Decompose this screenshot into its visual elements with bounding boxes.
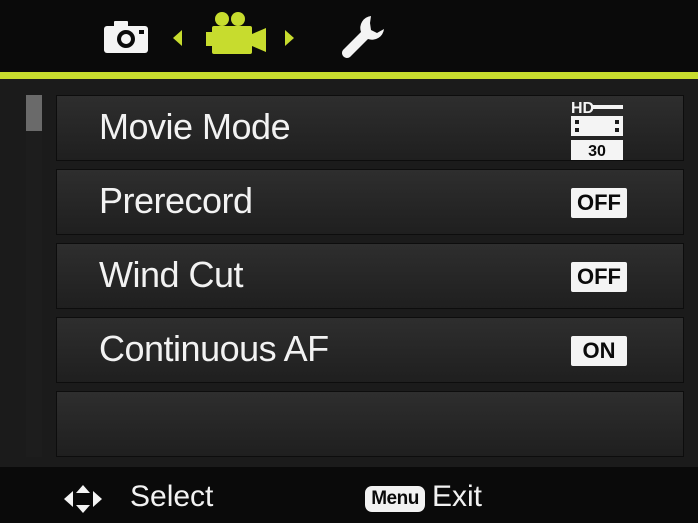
- footer-exit-label: Exit: [432, 480, 483, 513]
- navigation-arrows-icon: [64, 485, 102, 513]
- menu-item-movie-mode[interactable]: Movie Mode HD 30: [56, 95, 684, 161]
- menu-item-label: Movie Mode: [99, 106, 291, 147]
- menu-item-label: Wind Cut: [99, 254, 244, 295]
- camera-icon[interactable]: [100, 18, 152, 56]
- scrollbar-thumb[interactable]: [26, 95, 42, 131]
- movie-camera-icon[interactable]: [204, 10, 270, 60]
- menu-item-wind-cut[interactable]: Wind Cut OFF: [56, 243, 684, 309]
- value-badge: OFF: [571, 188, 627, 218]
- camera-menu-screen: Movie Mode HD 30 Prerecord OFF Wind Cut …: [0, 0, 698, 523]
- tab-prev-arrow-icon[interactable]: [173, 30, 182, 46]
- hd-movie-icon: HD 30: [571, 100, 623, 160]
- value-badge: ON: [571, 336, 627, 366]
- menu-item-label: Prerecord: [99, 180, 253, 221]
- value-badge: OFF: [571, 262, 627, 292]
- wrench-icon[interactable]: [337, 12, 389, 60]
- hd-badge-text: HD: [571, 100, 594, 117]
- menu-key-icon: Menu: [365, 486, 425, 512]
- footer-select-label: Select: [130, 480, 214, 513]
- menu-item-prerecord[interactable]: Prerecord OFF: [56, 169, 684, 235]
- menu-footer: [0, 467, 698, 523]
- menu-item-empty: [56, 391, 684, 457]
- menu-item-label: Continuous AF: [99, 328, 329, 369]
- tab-next-arrow-icon[interactable]: [285, 30, 294, 46]
- header-accent-line: [0, 72, 698, 79]
- scrollbar-track[interactable]: [26, 95, 42, 457]
- hd-movie-fps: 30: [588, 143, 606, 160]
- menu-item-continuous-af[interactable]: Continuous AF ON: [56, 317, 684, 383]
